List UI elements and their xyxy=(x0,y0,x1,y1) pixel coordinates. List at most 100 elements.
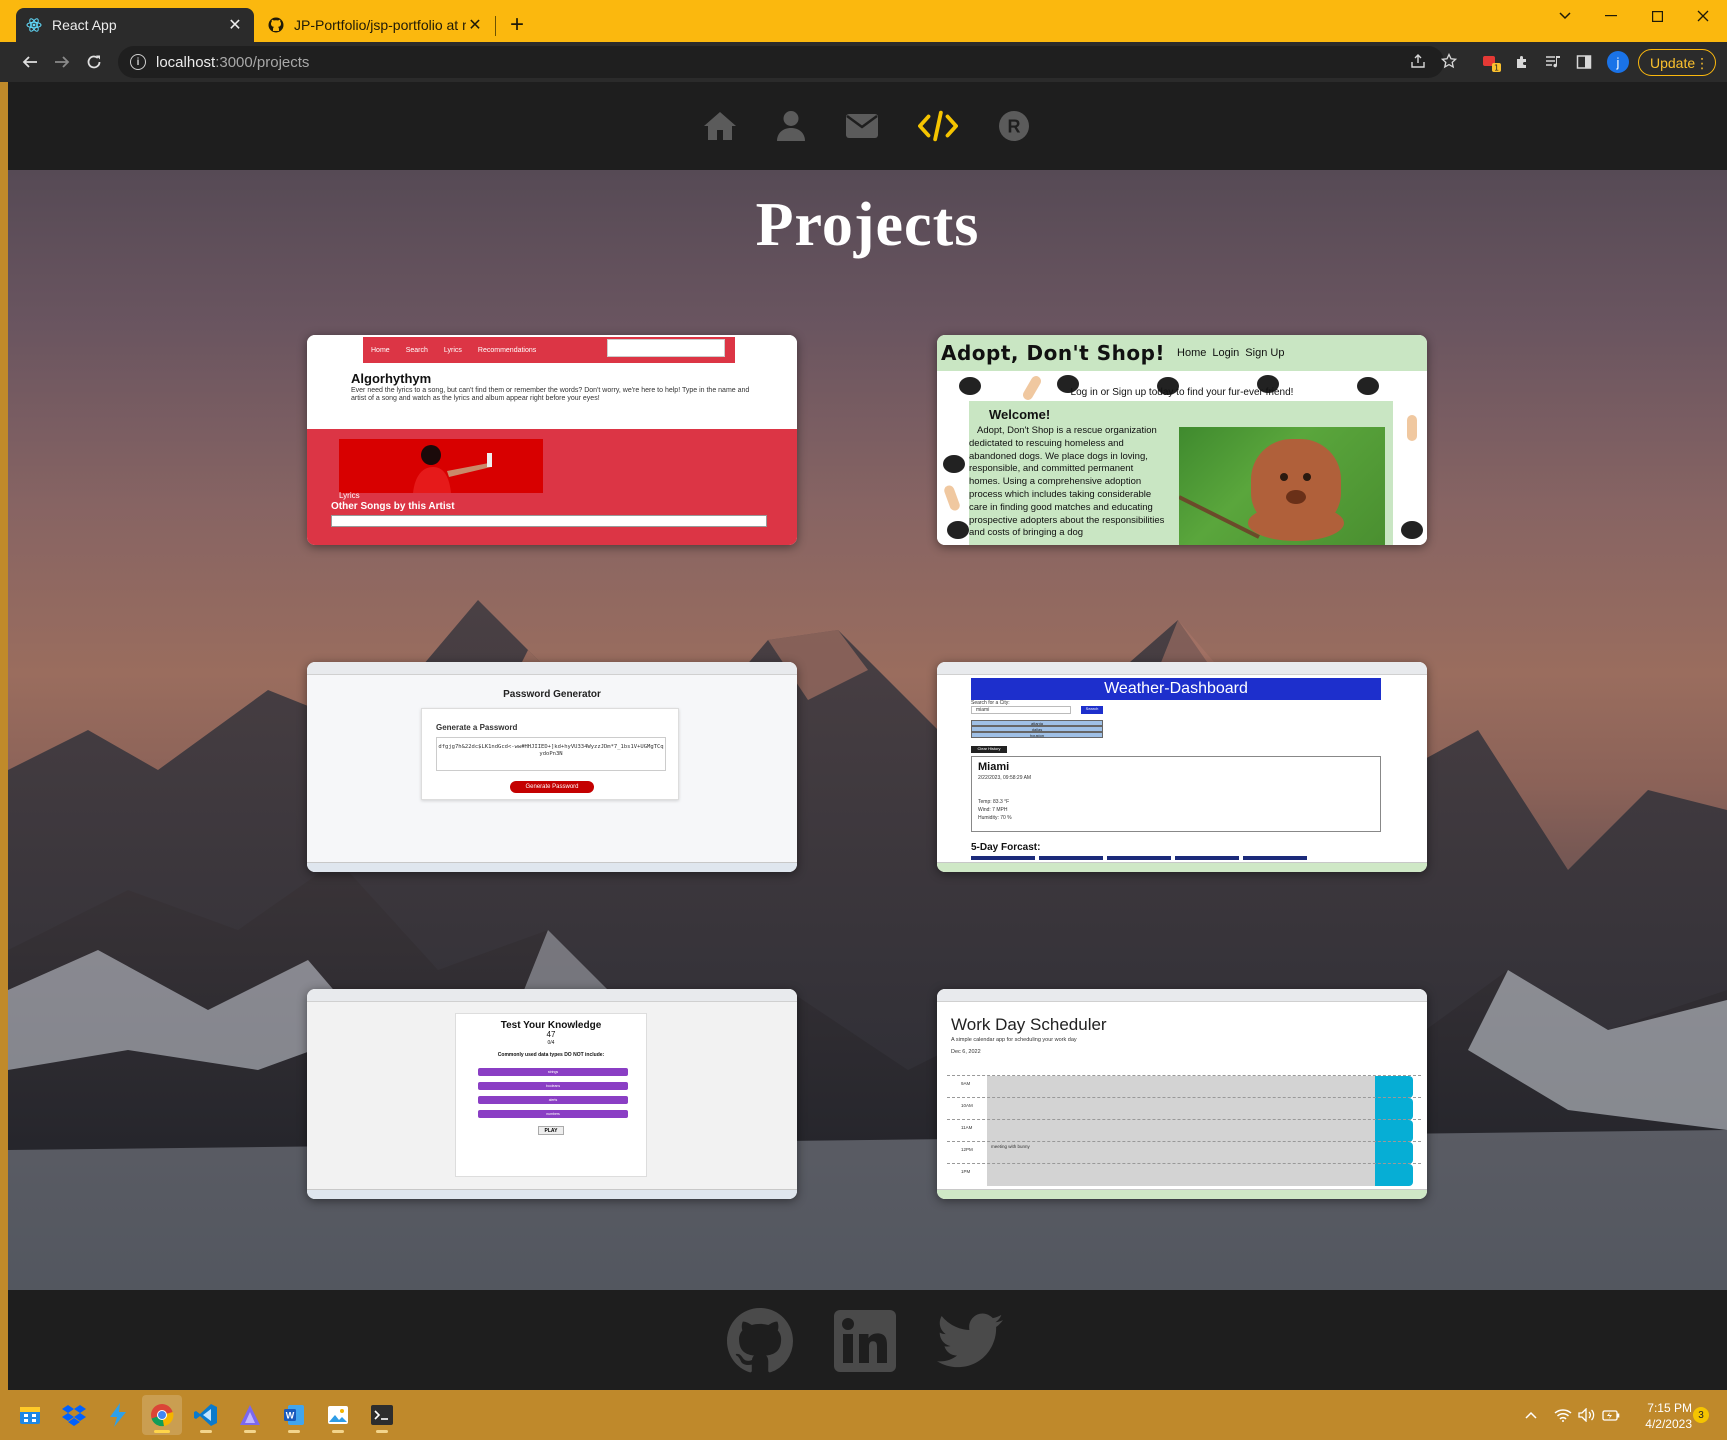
minimize-icon[interactable] xyxy=(1596,4,1626,28)
artist-image xyxy=(339,439,543,493)
mini-quiz-panel: Test Your Knowledge 47 0/4 Commonly used… xyxy=(455,1013,647,1177)
paint-icon[interactable] xyxy=(318,1395,358,1435)
mini-search-button: Search xyxy=(1081,706,1103,714)
azure-icon[interactable] xyxy=(98,1395,138,1435)
mini-link: Login xyxy=(1212,347,1240,359)
mini-save-button xyxy=(1375,1098,1413,1120)
close-tab-icon[interactable]: ✕ xyxy=(226,16,244,34)
mini-taskbar xyxy=(307,862,797,872)
profile-avatar[interactable]: j xyxy=(1607,51,1629,73)
clock-time: 7:15 PM xyxy=(1647,1401,1692,1415)
tab-search-icon[interactable] xyxy=(1550,4,1580,28)
system-clock[interactable]: 7:15 PM 4/2/2023 xyxy=(1612,1400,1692,1432)
share-icon[interactable] xyxy=(1407,50,1429,72)
linkedin-icon[interactable] xyxy=(832,1308,898,1374)
mini-play-button: PLAY xyxy=(538,1126,564,1135)
alteryx-icon[interactable] xyxy=(230,1395,270,1435)
windows-taskbar: W 7:15 PM 4/2/2023 3 xyxy=(0,1390,1727,1440)
more-menu-icon[interactable]: ⋮ xyxy=(1695,56,1709,70)
mini-event-text: meeting with bunny xyxy=(991,1144,1030,1149)
dropbox-icon[interactable] xyxy=(54,1395,94,1435)
close-window-icon[interactable] xyxy=(1688,4,1718,28)
mini-hour-row: 1PM xyxy=(947,1163,1421,1186)
dog-photo xyxy=(1179,427,1385,545)
code-icon[interactable] xyxy=(918,106,958,146)
mini-generate-button: Generate Password xyxy=(510,781,594,793)
start-icon[interactable] xyxy=(10,1395,50,1435)
mini-welcome-text: Adopt, Don't Shop is a rescue organizati… xyxy=(969,425,1165,539)
mini-forecast-card xyxy=(1039,856,1103,860)
back-icon[interactable] xyxy=(16,48,44,76)
terminal-icon[interactable] xyxy=(362,1395,402,1435)
resume-r-icon[interactable]: R xyxy=(994,106,1034,146)
open-app-indicator xyxy=(200,1430,212,1433)
mini-tagline: Log in or Sign up today to find your fur… xyxy=(1070,387,1294,398)
mini-title: Weather-Dashboard xyxy=(971,678,1381,700)
chevron-up-icon[interactable] xyxy=(1520,1390,1542,1440)
active-app-indicator xyxy=(154,1430,170,1433)
notification-badge[interactable]: 3 xyxy=(1693,1407,1709,1423)
bone-decor xyxy=(1407,415,1417,441)
mini-link: Sign Up xyxy=(1245,347,1285,359)
bookmark-star-icon[interactable] xyxy=(1438,50,1460,72)
new-tab-icon[interactable]: + xyxy=(504,11,530,38)
tab-github[interactable]: JP-Portfolio/jsp-portfolio at main ✕ xyxy=(258,8,494,42)
mini-browser-chrome xyxy=(307,989,797,1002)
project-card-weather-dashboard[interactable]: Weather-Dashboard Search for a City: mia… xyxy=(937,662,1427,872)
svg-text:W: W xyxy=(286,1411,295,1421)
mini-forecast-card xyxy=(1243,856,1307,860)
project-card-password-generator[interactable]: Password Generator Generate a Password d… xyxy=(307,662,797,872)
address-bar[interactable]: i localhost:3000/projects xyxy=(118,46,1444,78)
tab-react-app[interactable]: React App ✕ xyxy=(16,8,254,42)
mini-save-button xyxy=(1375,1076,1413,1098)
mini-hour-row: 9AM xyxy=(947,1075,1421,1098)
mini-save-button xyxy=(1375,1120,1413,1142)
wifi-icon[interactable] xyxy=(1552,1390,1574,1440)
close-tab-icon[interactable]: ✕ xyxy=(466,16,484,34)
mini-forecast-card xyxy=(971,856,1035,860)
mini-date: Dec 6, 2022 xyxy=(951,1049,981,1055)
extensions-puzzle-icon[interactable] xyxy=(1511,51,1533,73)
mountains-image xyxy=(8,600,1727,1290)
mini-answer-option: strings xyxy=(478,1068,628,1076)
project-card-quiz[interactable]: Test Your Knowledge 47 0/4 Commonly used… xyxy=(307,989,797,1199)
project-card-adopt-dont-shop[interactable]: Adopt, Don't Shop! Home Login Sign Up Lo… xyxy=(937,335,1427,545)
word-icon[interactable]: W xyxy=(274,1395,314,1435)
site-info-icon[interactable]: i xyxy=(130,54,146,70)
vscode-icon[interactable] xyxy=(186,1395,226,1435)
tab-title: React App xyxy=(52,17,117,33)
forward-icon[interactable] xyxy=(48,48,76,76)
github-icon[interactable] xyxy=(727,1308,793,1374)
chrome-icon[interactable] xyxy=(142,1395,182,1435)
mini-taskbar xyxy=(937,862,1427,872)
mini-nav-item: Home xyxy=(371,346,390,354)
twitter-icon[interactable] xyxy=(937,1308,1003,1374)
mini-hour-slot xyxy=(987,1120,1375,1142)
svg-text:R: R xyxy=(1008,117,1021,137)
mini-other-songs: Other Songs by this Artist xyxy=(331,501,455,512)
volume-icon[interactable] xyxy=(1576,1390,1598,1440)
mini-browser-chrome xyxy=(937,989,1427,1002)
open-app-indicator xyxy=(376,1430,388,1433)
mini-clear-button: Clear History xyxy=(971,746,1007,753)
maximize-icon[interactable] xyxy=(1642,4,1672,28)
envelope-icon[interactable] xyxy=(842,106,882,146)
mini-search-input: miami xyxy=(971,706,1071,714)
person-icon[interactable] xyxy=(771,106,811,146)
project-card-work-day-scheduler[interactable]: Work Day Scheduler A simple calendar app… xyxy=(937,989,1427,1199)
media-queue-icon[interactable] xyxy=(1542,51,1564,73)
side-panel-icon[interactable] xyxy=(1573,51,1595,73)
mini-welcome-heading: Welcome! xyxy=(989,407,1051,422)
mini-history-item: houston xyxy=(971,732,1103,738)
mini-temp: Temp: 83.3 °F xyxy=(978,799,1010,805)
paw-print-decor xyxy=(1401,521,1423,539)
update-button[interactable]: Update ⋮ xyxy=(1638,49,1716,76)
mini-save-button xyxy=(1375,1142,1413,1164)
mini-hour-label: 11AM xyxy=(961,1125,973,1130)
extension-badge-icon[interactable]: 1 xyxy=(1480,51,1502,73)
project-card-algorhythym[interactable]: Home Search Lyrics Recommendations Algor… xyxy=(307,335,797,545)
reload-icon[interactable] xyxy=(80,48,108,76)
portfolio-page: R Projects Home Search Lyrics Recommenda… xyxy=(8,82,1727,1390)
clock-date: 4/2/2023 xyxy=(1645,1417,1692,1431)
home-icon[interactable] xyxy=(700,106,740,146)
